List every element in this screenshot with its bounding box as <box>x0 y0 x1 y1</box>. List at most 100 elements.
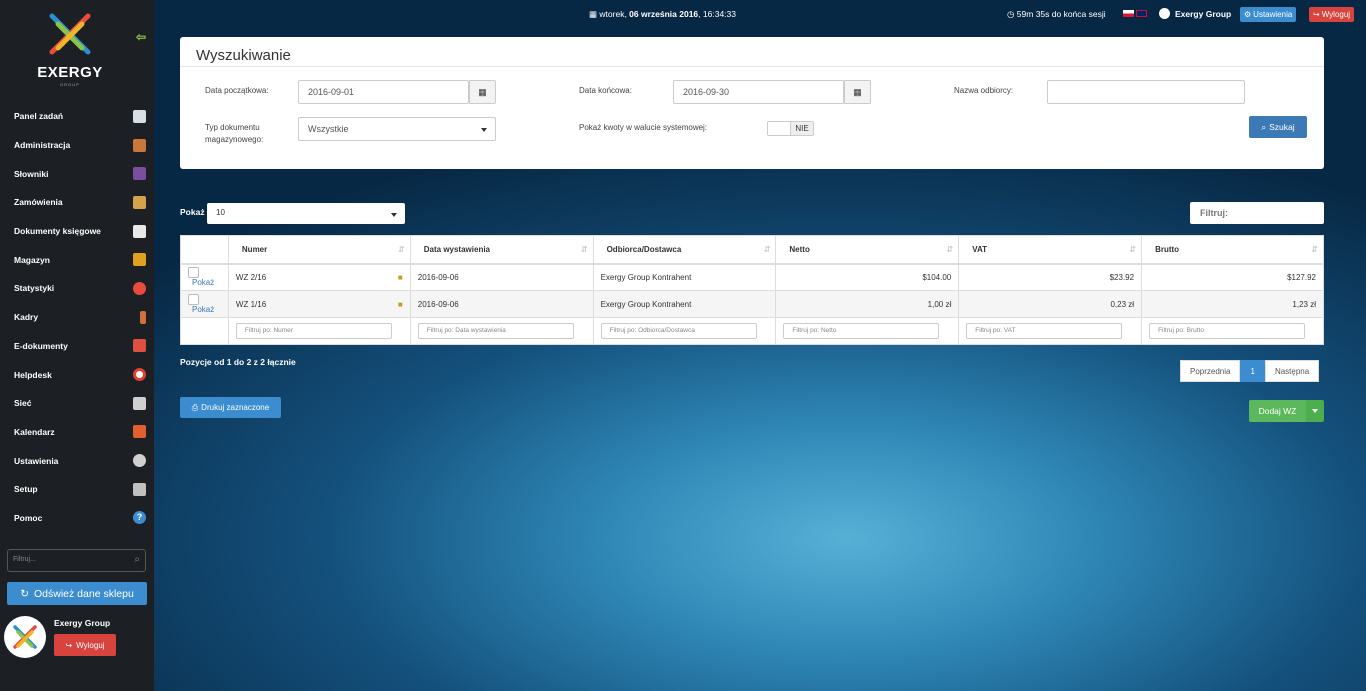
sidebar-item-panel-zadan[interactable]: Panel zadań <box>0 102 154 131</box>
date-from-calendar-button[interactable]: ▦ <box>469 80 496 104</box>
settings-button[interactable]: ⚙ Ustawienia <box>1240 7 1297 22</box>
date-to-calendar-button[interactable]: ▦ <box>844 80 871 104</box>
column-header-netto[interactable]: Netto ⇵ <box>775 235 960 265</box>
page-number-button[interactable]: 1 <box>1240 360 1265 382</box>
column-header-label: Odbiorca/Dostawca <box>606 244 682 254</box>
sort-icon: ⇵ <box>1311 245 1318 254</box>
gear-icon: ⚙ <box>1244 10 1252 19</box>
settings-label: Ustawienia <box>1253 10 1293 19</box>
sidebar-item-administracja[interactable]: Administracja <box>0 131 154 160</box>
filter-vat-input[interactable]: Filtruj po: VAT <box>966 323 1123 339</box>
uk-flag-icon[interactable] <box>1136 10 1147 17</box>
filter-cell: Filtruj po: VAT <box>958 317 1143 345</box>
sidebar-filter-input[interactable]: Filtruj... ⌕ <box>7 549 146 572</box>
party-cell: Exergy Group Kontrahent <box>592 290 777 318</box>
recipient-input[interactable] <box>1047 80 1245 104</box>
page-title: Wyszukiwanie <box>196 47 291 64</box>
show-link[interactable]: Pokaż <box>192 305 214 314</box>
filter-date-input[interactable]: Filtruj po: Data wystawienia <box>417 323 574 339</box>
sidebar-item-setup[interactable]: Setup <box>0 475 154 504</box>
sort-icon: ⇵ <box>946 245 954 254</box>
sidebar-item-zamowienia[interactable]: Zamówienia <box>0 188 154 217</box>
sidebar-item-dokumenty-ksiegowe[interactable]: Dokumenty księgowe <box>0 217 154 246</box>
sidebar-logout-button[interactable]: ↪ Wyloguj <box>54 634 116 656</box>
date-to-input[interactable]: 2016-09-30 <box>673 80 844 104</box>
table-row: Pokaż WZ 2/16 ■ 2016-09-06 Exergy Group K… <box>180 263 1324 291</box>
row-checkbox[interactable] <box>188 293 199 305</box>
doc-type-value: Wszystkie <box>308 124 349 134</box>
polish-flag-icon[interactable] <box>1123 10 1134 17</box>
add-wz-button[interactable]: Dodaj WZ <box>1249 400 1306 422</box>
sidebar-item-siec[interactable]: Sieć <box>0 389 154 418</box>
sidebar-item-e-dokumenty[interactable]: E-dokumenty <box>0 332 154 361</box>
column-header-label: Numer <box>241 244 268 254</box>
print-selected-button[interactable]: ⎙ Drukuj zaznaczone <box>180 397 281 418</box>
session-text: 59m 35s do końca sesji <box>1016 9 1106 19</box>
column-header-brutto[interactable]: Brutto ⇵ <box>1141 235 1324 265</box>
sidebar-item-slowniki[interactable]: Słowniki <box>0 159 154 188</box>
logout-icon: ↪ <box>65 640 73 650</box>
sidebar-item-pomoc[interactable]: Pomoc? <box>0 504 154 533</box>
setup-icon <box>133 482 146 496</box>
row-select-cell: Pokaż <box>180 290 229 318</box>
refresh-label: Odśwież dane sklepu <box>34 587 134 600</box>
user-name: Exergy Group <box>54 618 111 628</box>
system-currency-label: Pokaż kwoty w walucie systemowej: <box>579 123 708 132</box>
filter-numer-input[interactable]: Filtruj po: Numer <box>235 323 392 339</box>
sort-icon: ⇵ <box>1129 245 1137 254</box>
lifebuoy-icon <box>133 368 146 382</box>
page-size-select[interactable]: 10 <box>207 203 405 224</box>
date-from-input[interactable]: 2016-09-01 <box>298 80 469 104</box>
sidebar-item-label: E-dokumenty <box>14 340 68 351</box>
sidebar-item-magazyn[interactable]: Magazyn <box>0 245 154 274</box>
table-filter-input[interactable]: Filtruj: <box>1190 202 1324 224</box>
company-name: Exergy Group <box>1175 8 1232 19</box>
column-header-data[interactable]: Data wystawienia ⇵ <box>409 235 594 265</box>
column-header-odbiorca[interactable]: Odbiorca/Dostawca ⇵ <box>592 235 777 265</box>
add-wz-dropdown-toggle[interactable] <box>1306 400 1324 422</box>
sidebar-item-label: Zamówienia <box>14 197 63 208</box>
row-checkbox[interactable] <box>188 267 199 279</box>
table-filter-placeholder: Filtruj: <box>1200 208 1228 218</box>
column-header-label: Netto <box>789 244 810 254</box>
sidebar-item-statystyki[interactable]: Statystyki <box>0 274 154 303</box>
column-header-vat[interactable]: VAT ⇵ <box>958 235 1143 265</box>
select-column-header <box>180 235 229 265</box>
refresh-shop-data-button[interactable]: ↻ Odśwież dane sklepu <box>7 582 147 605</box>
positions-info: Pozycje od 1 do 2 z 2 łącznie <box>180 357 296 367</box>
show-link[interactable]: Pokaż <box>192 278 214 287</box>
next-page-button[interactable]: Następna <box>1264 360 1320 382</box>
sort-icon: ⇵ <box>763 245 771 254</box>
logout-button[interactable]: ↪ Wyloguj <box>1309 7 1355 22</box>
sidebar-item-kadry[interactable]: Kadry <box>0 303 154 332</box>
number-cell: WZ 2/16 ■ <box>227 263 411 291</box>
sidebar-item-kalendarz[interactable]: Kalendarz <box>0 418 154 447</box>
add-wz-button-group: Dodaj WZ <box>1249 400 1324 422</box>
sidebar-item-ustawienia[interactable]: Ustawienia <box>0 446 154 475</box>
calendar-icon: ▦ <box>853 86 862 97</box>
filter-gross-input[interactable]: Filtruj po: Brutto <box>1149 323 1306 339</box>
search-button[interactable]: ⌕ Szukaj <box>1249 116 1307 138</box>
exergy-logo[interactable]: EXERGY GROUP <box>30 10 110 90</box>
language-switcher <box>1123 10 1147 17</box>
row-select-cell: Pokaż <box>180 263 229 291</box>
sidebar-item-helpdesk[interactable]: Helpdesk <box>0 360 154 389</box>
calendar-icon <box>133 425 146 439</box>
logout-icon: ↪ <box>1313 10 1320 19</box>
doc-type-select[interactable]: Wszystkie <box>298 117 496 141</box>
avatar <box>4 616 46 658</box>
date-cell: 2016-09-06 <box>409 263 594 291</box>
pdf-icon <box>133 339 146 353</box>
collapse-arrow-icon[interactable]: ⇦ <box>136 30 146 44</box>
filter-net-input[interactable]: Filtruj po: Netto <box>783 323 940 339</box>
filter-party-input[interactable]: Filtruj po: Odbiorca/Dostawca <box>600 323 757 339</box>
system-currency-toggle[interactable]: NIE <box>767 121 814 136</box>
clock-icon: ◷ <box>1007 9 1015 19</box>
sort-icon: ⇵ <box>398 245 405 254</box>
doc-type-label-line1: Typ dokumentu <box>205 123 260 132</box>
filter-cell: Filtruj po: Data wystawienia <box>409 317 594 345</box>
recipient-label: Nazwa odbiorcy: <box>954 86 1014 95</box>
prev-page-button[interactable]: Poprzednia <box>1180 360 1241 382</box>
document-icon <box>133 224 146 238</box>
column-header-numer[interactable]: Numer ⇵ <box>227 235 411 265</box>
